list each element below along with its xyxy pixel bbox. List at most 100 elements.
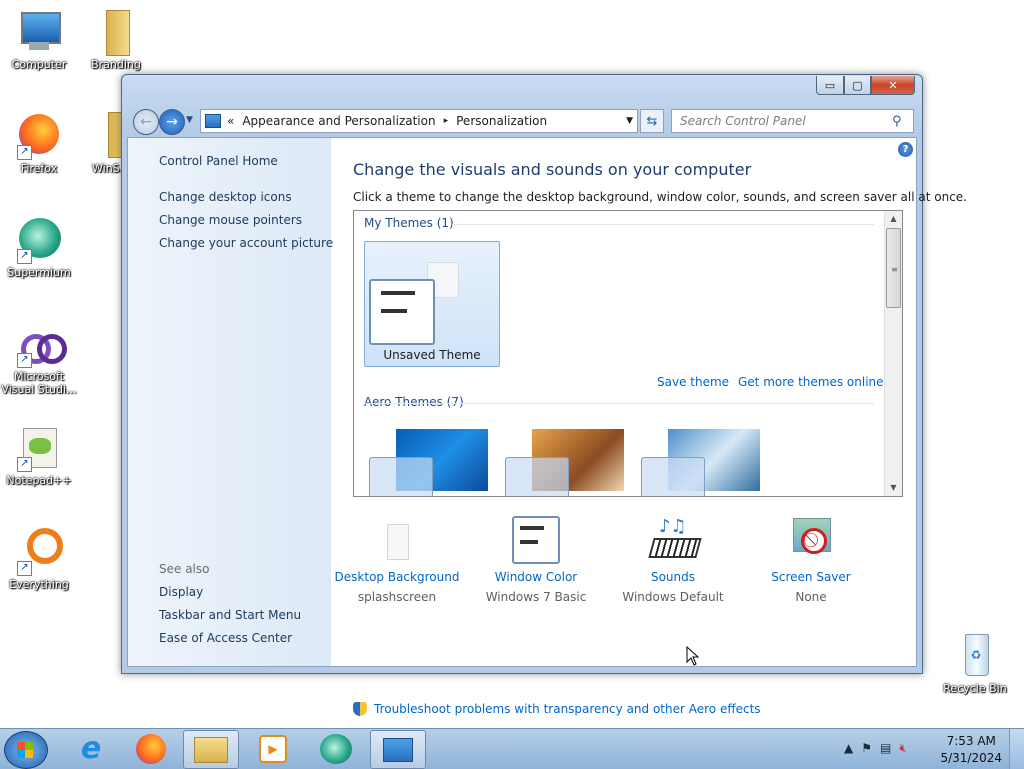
setting-value: Windows Default	[622, 590, 724, 604]
back-button[interactable]: ←	[133, 109, 159, 135]
taskbar-start-menu-link[interactable]: Taskbar and Start Menu	[159, 608, 301, 622]
minimize-button[interactable]: ▭	[816, 76, 844, 95]
folder-icon	[194, 736, 228, 763]
desktop-icon-everything[interactable]: ↗ Everything	[1, 528, 77, 591]
troubleshoot-link[interactable]: Troubleshoot problems with transparency …	[353, 702, 761, 716]
taskbar-explorer[interactable]	[183, 730, 239, 769]
theme-list-scrollbar[interactable]: ▲ ≡ ▼	[884, 211, 902, 496]
media-player-icon: ▶	[259, 734, 287, 763]
theme-nature[interactable]	[636, 429, 766, 496]
search-input[interactable]: Search Control Panel	[672, 114, 892, 128]
sounds-setting[interactable]: ♪♫ Sounds Windows Default	[605, 516, 741, 604]
get-more-themes-link[interactable]: Get more themes online	[738, 375, 884, 389]
search-icon[interactable]: ⚲	[892, 114, 908, 129]
desktop-icon-label: Branding	[91, 58, 141, 71]
display-link[interactable]: Display	[159, 585, 203, 599]
desktop-icon-notepadpp[interactable]: ↗ Notepad++	[1, 424, 77, 487]
firefox-icon	[136, 733, 166, 764]
screen-saver-icon: ⃠	[787, 516, 835, 564]
taskbar-firefox[interactable]	[124, 730, 178, 767]
refresh-button[interactable]: ⇆	[640, 109, 664, 133]
setting-title[interactable]: Desktop Background	[329, 570, 465, 584]
theme-windows-7[interactable]	[364, 429, 494, 496]
control-panel-home-link[interactable]: Control Panel Home	[159, 154, 278, 168]
save-theme-link[interactable]: Save theme	[657, 375, 729, 389]
desktop-icon-label: Recycle Bin	[943, 682, 1007, 695]
help-icon[interactable]: ?	[898, 142, 913, 157]
desktop-icon-computer[interactable]: Computer	[1, 8, 77, 71]
desktop-icon-recycle-bin[interactable]: ♻ Recycle Bin	[937, 632, 1013, 695]
notepadpp-icon: ↗	[15, 424, 63, 472]
window-color-icon	[512, 516, 560, 564]
setting-value: None	[795, 590, 827, 604]
desktop-icon-label: Firefox	[20, 162, 58, 175]
breadcrumb-chevron[interactable]: «	[227, 114, 234, 128]
screen-saver-setting[interactable]: ⃠ Screen Saver None	[743, 516, 879, 604]
start-button[interactable]	[4, 731, 48, 769]
aero-themes-header: Aero Themes (7)	[364, 395, 464, 409]
computer-icon	[15, 8, 63, 56]
setting-title[interactable]: Window Color	[468, 570, 604, 584]
main-pane: ? Change the visuals and sounds on your …	[329, 138, 967, 716]
desktop-icon-label: Microsoft Visual Studi...	[1, 370, 77, 396]
recycle-bin-icon: ♻	[951, 632, 999, 680]
sounds-icon: ♪♫	[648, 516, 702, 564]
troubleshoot-link-text[interactable]: Troubleshoot problems with transparency …	[374, 702, 761, 716]
desktop-icon-visual-studio[interactable]: ↗ Microsoft Visual Studi...	[1, 328, 77, 396]
theme-swatch	[641, 457, 705, 496]
shortcut-arrow-icon: ↗	[17, 353, 32, 368]
search-box[interactable]: Search Control Panel ⚲	[671, 109, 914, 133]
internet-explorer-icon: e	[80, 731, 102, 766]
scroll-down-icon[interactable]: ▼	[885, 480, 902, 496]
clock[interactable]: 7:53 AM 5/31/2024	[940, 733, 1002, 767]
desktop-background-setting[interactable]: Desktop Background splashscreen	[329, 516, 465, 604]
network-icon[interactable]: ▤	[880, 741, 891, 756]
theme-unsaved[interactable]: Unsaved Theme	[364, 241, 500, 367]
taskbar-media-player[interactable]: ▶	[246, 730, 300, 767]
setting-title[interactable]: Screen Saver	[743, 570, 879, 584]
desktop-icon-label: Computer	[11, 58, 67, 71]
address-dropdown-icon[interactable]: ▼	[626, 116, 633, 126]
taskbar-internet-explorer[interactable]: e	[64, 730, 118, 767]
visual-studio-icon: ↗	[15, 328, 67, 368]
theme-characters[interactable]	[500, 429, 630, 496]
breadcrumb-separator[interactable]: ▸	[444, 116, 449, 126]
arrow-right-icon: →	[166, 114, 178, 130]
change-desktop-icons-link[interactable]: Change desktop icons	[159, 190, 292, 204]
recent-pages-dropdown[interactable]: ▼	[186, 115, 193, 125]
action-center-flag-icon[interactable]: ⚑	[861, 741, 872, 756]
theme-list: My Themes (1) Unsaved Theme Save theme G…	[353, 210, 903, 497]
clock-time: 7:53 AM	[946, 734, 996, 748]
setting-title[interactable]: Sounds	[605, 570, 741, 584]
control-panel-icon	[383, 737, 413, 762]
scrollbar-thumb[interactable]: ≡	[886, 228, 901, 308]
windows-logo-icon	[17, 742, 33, 758]
ease-of-access-link[interactable]: Ease of Access Center	[159, 631, 292, 645]
desktop-icon-branding[interactable]: Branding	[78, 8, 154, 71]
change-account-picture-link[interactable]: Change your account picture	[159, 236, 333, 250]
everything-icon: ↗	[15, 528, 63, 576]
breadcrumb-appearance[interactable]: Appearance and Personalization	[242, 114, 435, 128]
page-description: Click a theme to change the desktop back…	[353, 190, 967, 204]
window-color-setting[interactable]: Window Color Windows 7 Basic	[468, 516, 604, 604]
maximize-button[interactable]: ▢	[844, 76, 871, 95]
refresh-icon: ⇆	[646, 113, 658, 129]
scroll-up-icon[interactable]: ▲	[885, 211, 902, 227]
my-themes-header: My Themes (1)	[364, 216, 454, 230]
desktop-icon-firefox[interactable]: ↗ Firefox	[1, 112, 77, 175]
breadcrumb-personalization[interactable]: Personalization	[456, 114, 547, 128]
address-bar[interactable]: « Appearance and Personalization ▸ Perso…	[200, 109, 638, 133]
change-mouse-pointers-link[interactable]: Change mouse pointers	[159, 213, 302, 227]
navigation-bar: ← → ▼ « Appearance and Personalization ▸…	[130, 107, 914, 135]
show-desktop-button[interactable]	[1009, 729, 1024, 769]
volume-muted-icon[interactable]: 🔇︎	[899, 741, 907, 756]
control-panel-icon	[205, 114, 221, 128]
show-hidden-icons-icon[interactable]: ▲	[844, 741, 853, 756]
taskbar-control-panel[interactable]	[370, 730, 426, 769]
taskbar-supermium[interactable]	[309, 730, 363, 767]
shield-icon	[353, 702, 367, 716]
forward-button[interactable]: →	[159, 109, 185, 135]
desktop-icon-supermium[interactable]: ↗ Supermium	[1, 216, 77, 279]
close-button[interactable]: ✕	[871, 76, 915, 95]
setting-value: Windows 7 Basic	[485, 590, 587, 604]
